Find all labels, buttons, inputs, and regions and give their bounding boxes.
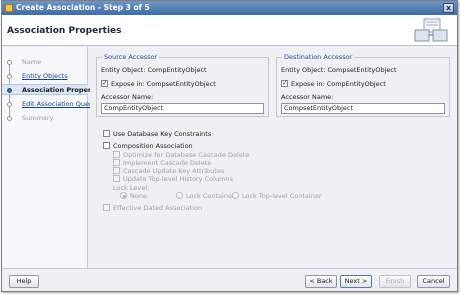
- lock-container-radio[interactable]: [176, 192, 183, 199]
- train-step-name: Name: [2, 57, 88, 68]
- step-label: Summary: [22, 114, 54, 122]
- lock-container-label: Lock Container: [186, 192, 235, 200]
- step-dot: [7, 116, 12, 121]
- source-accessor-name-label: Accessor Name:: [101, 93, 154, 101]
- train-step-summary: Summary: [2, 113, 88, 124]
- finish-button[interactable]: Finish: [379, 275, 411, 288]
- effective-dated-checkbox[interactable]: [103, 204, 110, 211]
- optimize-cascade-delete-checkbox[interactable]: [113, 151, 120, 158]
- cascade-update-key-label: Cascade Update Key Attributes: [123, 167, 225, 175]
- destination-expose-label[interactable]: Expose in: CompEntityObject: [291, 80, 386, 88]
- app-icon: [5, 4, 13, 12]
- implement-cascade-delete-checkbox[interactable]: [113, 159, 120, 166]
- composition-association-checkbox[interactable]: [103, 142, 110, 149]
- next-button[interactable]: Next >: [340, 275, 372, 288]
- use-db-key-constraints-label[interactable]: Use Database Key Constraints: [113, 130, 211, 138]
- cascade-update-key-checkbox[interactable]: [113, 167, 120, 174]
- title-bar[interactable]: Create Association - Step 3 of 5 x: [2, 1, 457, 15]
- step-label[interactable]: Entity Objects: [22, 72, 68, 80]
- source-expose-checkbox[interactable]: [101, 79, 108, 87]
- wizard-footer: Help < Back Next > Finish Cancel: [2, 268, 457, 291]
- train-step-entity-objects[interactable]: Entity Objects: [2, 71, 88, 82]
- window-title: Create Association - Step 3 of 5: [16, 3, 150, 12]
- source-accessor-name-input[interactable]: CompEntityObject: [101, 103, 264, 114]
- step-label: Name: [22, 58, 42, 66]
- lock-top-level-container-radio[interactable]: [232, 192, 239, 199]
- implement-cascade-delete-label: Implement Cascade Delete: [123, 159, 212, 167]
- step-label[interactable]: Edit Association Query: [22, 100, 95, 108]
- lock-level-label: Lock Level:: [113, 184, 150, 192]
- step-dot: [7, 88, 12, 93]
- cancel-button[interactable]: Cancel: [417, 275, 450, 288]
- wizard-content: Source Accessor Entity Object: CompEntit…: [90, 47, 457, 268]
- destination-entity-object: Entity Object: CompsetEntityObject: [281, 66, 397, 74]
- destination-accessor-group: Destination Accessor Entity Object: Comp…: [276, 53, 450, 117]
- destination-accessor-legend: Destination Accessor: [282, 53, 355, 61]
- source-entity-object: Entity Object: CompEntityObject: [101, 66, 207, 74]
- update-top-level-history-checkbox[interactable]: [113, 175, 120, 182]
- lock-top-level-container-label: Lock Top-level Container: [242, 192, 322, 200]
- step-dot: [7, 60, 12, 65]
- destination-accessor-name-label: Accessor Name:: [281, 93, 334, 101]
- lock-none-radio[interactable]: [120, 192, 127, 199]
- create-association-dialog: Create Association - Step 3 of 5 x Assoc…: [1, 0, 458, 292]
- back-button[interactable]: < Back: [305, 275, 337, 288]
- wizard-header: Association Properties: [2, 15, 457, 46]
- association-wizard-icon: [414, 18, 448, 42]
- page-title: Association Properties: [7, 26, 122, 36]
- close-button[interactable]: x: [443, 3, 454, 13]
- step-label: Association Properti: [22, 86, 97, 94]
- source-accessor-legend: Source Accessor: [102, 53, 160, 61]
- step-dot: [7, 102, 12, 107]
- train-step-edit-association-query[interactable]: Edit Association Query: [2, 99, 95, 110]
- source-expose-label[interactable]: Expose in: CompsetEntityObject: [111, 80, 216, 88]
- lock-none-label: None: [130, 192, 147, 200]
- wizard-train: Name Entity Objects Association Properti…: [2, 47, 96, 268]
- update-top-level-history-label: Update Top-level History Columns: [123, 175, 233, 183]
- train-step-association-properties[interactable]: Association Properti: [2, 84, 96, 95]
- source-accessor-group: Source Accessor Entity Object: CompEntit…: [96, 53, 269, 117]
- step-dot: [7, 74, 12, 79]
- use-db-key-constraints-checkbox[interactable]: [103, 130, 110, 137]
- destination-accessor-name-input[interactable]: CompsetEntityObject: [281, 103, 445, 114]
- effective-dated-label: Effective Dated Association: [113, 204, 203, 212]
- destination-expose-checkbox[interactable]: [281, 79, 288, 87]
- help-button[interactable]: Help: [9, 275, 39, 288]
- optimize-cascade-delete-label: Optimize for Database Cascade Delete: [123, 151, 250, 159]
- composition-association-label[interactable]: Composition Association: [113, 142, 193, 150]
